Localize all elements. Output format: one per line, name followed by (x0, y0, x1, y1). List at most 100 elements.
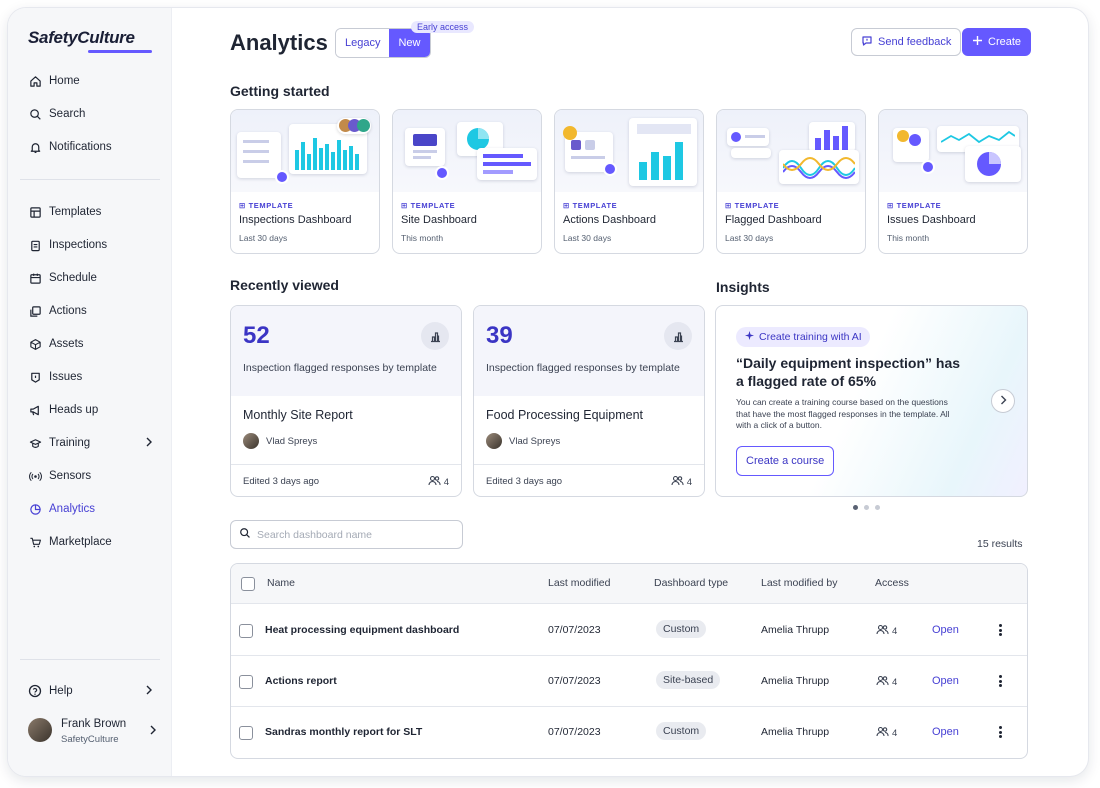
carousel-dot[interactable] (875, 505, 880, 510)
nav-label: Issues (49, 371, 83, 383)
recent-card-header: 52 Inspection flagged responses by templ… (231, 306, 461, 396)
nav-templates[interactable]: Templates (20, 199, 160, 225)
sensor-icon (28, 469, 42, 483)
nav-search[interactable]: Search (20, 101, 160, 127)
row-checkbox[interactable] (239, 726, 253, 740)
recent-card-footer: Edited 3 days ago 4 (474, 464, 704, 496)
nav-label: Training (49, 437, 91, 449)
row-modified: 07/07/2023 (548, 675, 601, 687)
create-course-button[interactable]: Create a course (736, 446, 835, 476)
megaphone-icon (28, 403, 42, 417)
select-all-checkbox[interactable] (241, 577, 255, 591)
avatar (486, 433, 502, 449)
nav-label: Actions (49, 305, 87, 317)
carousel-dots (853, 505, 880, 510)
row-name: Sandras monthly report for SLT (265, 726, 423, 738)
cube-icon (28, 337, 42, 351)
table-row[interactable]: Heat processing equipment dashboard 07/0… (231, 605, 1027, 656)
row-modified-by: Amelia Thrupp (761, 675, 830, 687)
column-header-name[interactable]: Name (267, 577, 295, 589)
bar-chart-icon (664, 322, 692, 350)
actions-icon (28, 304, 42, 318)
nav-label: Inspections (49, 239, 108, 251)
template-icon (28, 205, 42, 219)
nav-schedule[interactable]: Schedule (20, 265, 160, 291)
site-illustration (393, 110, 541, 192)
nav-label: Search (49, 108, 86, 120)
open-link[interactable]: Open (932, 624, 959, 636)
recent-card-author: Vlad Spreys (266, 436, 318, 447)
recently-viewed-title: Recently viewed (230, 277, 339, 293)
access-count: 4 (671, 475, 692, 489)
sidebar: SafetyCulture Home Search Notifications … (8, 8, 172, 776)
logo[interactable]: SafetyCulture (28, 28, 152, 53)
insights-title: Insights (716, 279, 770, 295)
users-icon (428, 475, 441, 489)
recent-card-name: Food Processing Equipment (486, 408, 644, 422)
nav-training[interactable]: Training (20, 430, 160, 456)
recent-card[interactable]: 39 Inspection flagged responses by templ… (473, 305, 705, 497)
column-header-modified-by[interactable]: Last modified by (761, 577, 837, 589)
users-icon (671, 475, 684, 489)
column-header-access[interactable]: Access (875, 577, 909, 589)
toggle-new[interactable]: New (389, 29, 430, 57)
nav-analytics[interactable]: Analytics (20, 496, 160, 522)
template-card-actions[interactable]: ⊞ TEMPLATE Actions Dashboard Last 30 day… (554, 109, 704, 254)
recent-card-desc: Inspection flagged responses by template (486, 362, 680, 374)
nav-sensors[interactable]: Sensors (20, 463, 160, 489)
template-period: Last 30 days (725, 233, 774, 243)
nav-notifications[interactable]: Notifications (20, 134, 160, 160)
nav-inspections[interactable]: Inspections (20, 232, 160, 258)
template-card-flagged[interactable]: ⊞ TEMPLATE Flagged Dashboard Last 30 day… (716, 109, 866, 254)
nav-label: Heads up (49, 404, 99, 416)
table-row[interactable]: Actions report 07/07/2023 Site-based Ame… (231, 656, 1027, 707)
avatar (28, 718, 52, 742)
nav-assets[interactable]: Assets (20, 331, 160, 357)
recent-card-footer: Edited 3 days ago 4 (231, 464, 461, 496)
type-badge: Site-based (656, 671, 721, 689)
carousel-dot[interactable] (864, 505, 869, 510)
user-org: SafetyCulture (61, 734, 119, 745)
open-link[interactable]: Open (932, 675, 959, 687)
users-icon (876, 726, 889, 740)
recent-card-edited: Edited 3 days ago (486, 476, 563, 487)
inspections-illustration (231, 110, 379, 192)
send-feedback-button[interactable]: Send feedback (851, 28, 962, 56)
nav-heads-up[interactable]: Heads up (20, 397, 160, 423)
access-count: 4 (876, 726, 897, 740)
nav-marketplace[interactable]: Marketplace (20, 529, 160, 555)
nav-home[interactable]: Home (20, 68, 160, 94)
search-input[interactable] (257, 528, 447, 541)
template-card-inspections[interactable]: ⊞ TEMPLATE Inspections Dashboard Last 30… (230, 109, 380, 254)
column-header-type[interactable]: Dashboard type (654, 577, 728, 589)
carousel-dot[interactable] (853, 505, 858, 510)
more-options-icon[interactable] (995, 673, 1005, 689)
help-icon (28, 684, 42, 698)
table-row[interactable]: Sandras monthly report for SLT 07/07/202… (231, 707, 1027, 758)
search-box (230, 520, 463, 549)
create-button[interactable]: Create (962, 28, 1032, 56)
row-modified-by: Amelia Thrupp (761, 726, 830, 738)
row-checkbox[interactable] (239, 624, 253, 638)
app-window: SafetyCulture Home Search Notifications … (8, 8, 1088, 776)
row-checkbox[interactable] (239, 675, 253, 689)
clipboard-icon (28, 238, 42, 252)
issues-illustration (879, 110, 1027, 192)
template-card-issues[interactable]: ⊞ TEMPLATE Issues Dashboard This month (878, 109, 1028, 254)
carousel-next-button[interactable] (991, 389, 1015, 413)
toggle-legacy[interactable]: Legacy (336, 29, 390, 57)
nav-issues[interactable]: Issues (20, 364, 160, 390)
recent-card[interactable]: 52 Inspection flagged responses by templ… (230, 305, 462, 497)
user-menu[interactable]: Frank Brown SafetyCulture (28, 716, 158, 750)
nav-label: Templates (49, 206, 102, 218)
nav-actions[interactable]: Actions (20, 298, 160, 324)
open-link[interactable]: Open (932, 726, 959, 738)
nav-help[interactable]: Help (20, 678, 160, 704)
more-options-icon[interactable] (995, 622, 1005, 638)
column-header-last-modified[interactable]: Last modified (548, 577, 610, 589)
template-card-site[interactable]: ⊞ TEMPLATE Site Dashboard This month (392, 109, 542, 254)
template-period: Last 30 days (239, 233, 288, 243)
results-count: 15 results (977, 538, 1023, 550)
cart-icon (28, 535, 42, 549)
more-options-icon[interactable] (995, 724, 1005, 740)
